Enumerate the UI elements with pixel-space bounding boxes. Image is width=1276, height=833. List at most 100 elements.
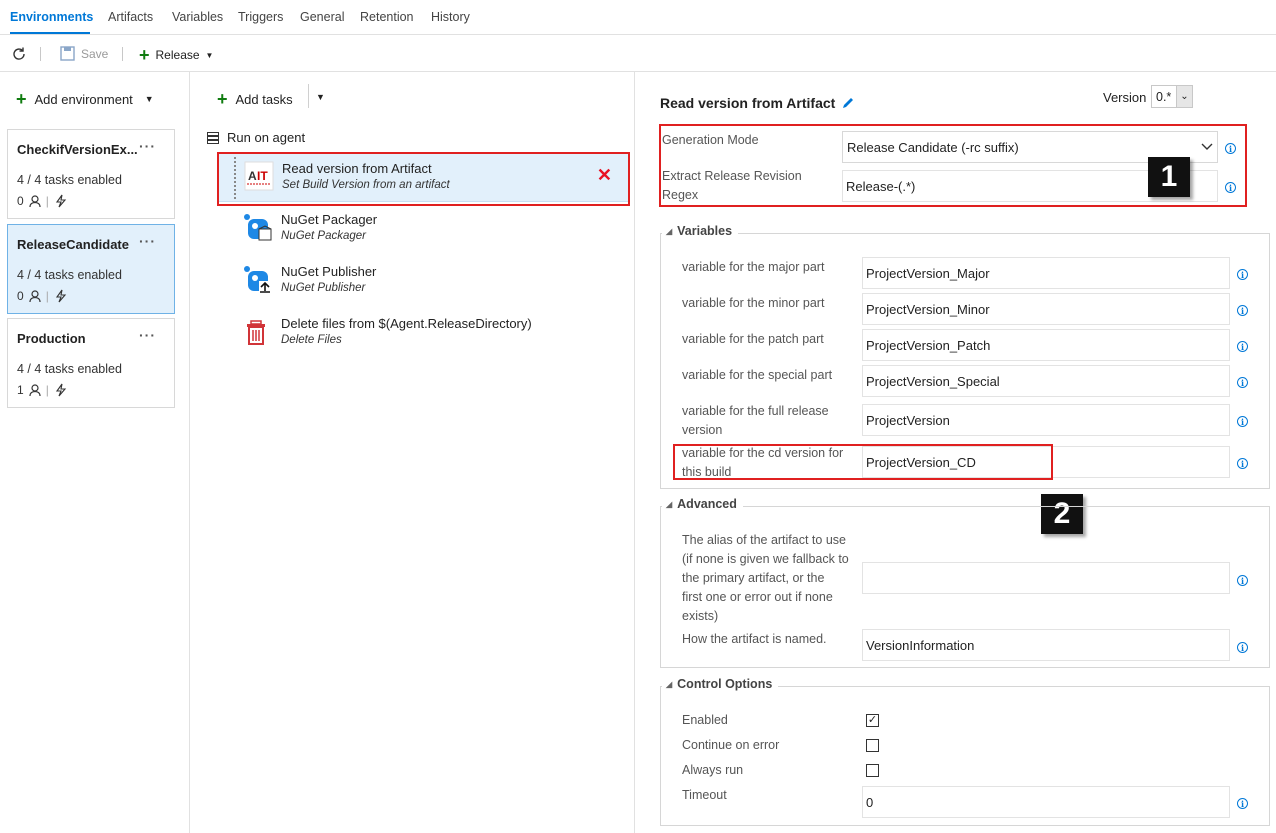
- remove-task-icon[interactable]: ✕: [597, 165, 612, 186]
- info-icon[interactable]: i: [1237, 458, 1248, 469]
- artifact-alias-input[interactable]: [862, 562, 1230, 594]
- environment-card[interactable]: Production ··· 4 / 4 tasks enabled 1 |: [7, 318, 175, 408]
- add-tasks-label: Add tasks: [235, 91, 293, 107]
- version-label: Version: [1103, 90, 1147, 105]
- approver-count: 0: [17, 194, 24, 208]
- chevron-down-icon: ▼: [144, 94, 154, 104]
- save-button[interactable]: Save: [60, 46, 108, 61]
- task-subtitle: NuGet Publisher: [281, 282, 366, 294]
- environment-name: Production: [17, 331, 86, 346]
- person-icon[interactable]: [29, 289, 41, 303]
- toolbar: Save + Release ▼: [0, 36, 1276, 72]
- task-item[interactable]: Delete files from $(Agent.ReleaseDirecto…: [217, 308, 629, 358]
- always-run-checkbox[interactable]: [866, 764, 879, 777]
- tab-retention[interactable]: Retention: [360, 10, 414, 24]
- patch-input[interactable]: ProjectVersion_Patch: [862, 329, 1230, 361]
- version-select[interactable]: 0.* ⌄: [1151, 85, 1193, 108]
- generation-mode-label: Generation Mode: [662, 133, 759, 147]
- info-icon[interactable]: i: [1237, 269, 1248, 280]
- svg-text:A: A: [248, 169, 257, 183]
- info-icon[interactable]: i: [1237, 377, 1248, 388]
- add-tasks-button[interactable]: + Add tasks: [217, 90, 293, 108]
- artifact-name-label: How the artifact is named.: [682, 632, 827, 646]
- info-icon[interactable]: i: [1237, 416, 1248, 427]
- ait-logo-icon: A IT: [244, 161, 274, 191]
- full-version-input[interactable]: ProjectVersion: [862, 404, 1230, 436]
- tab-environments[interactable]: Environments: [10, 10, 93, 24]
- person-icon[interactable]: [29, 383, 41, 397]
- continue-on-error-checkbox[interactable]: [866, 739, 879, 752]
- artifact-name-input[interactable]: VersionInformation: [862, 629, 1230, 661]
- artifact-alias-label: The alias of the artifact to use (if non…: [682, 531, 849, 626]
- server-icon: [207, 131, 219, 144]
- timeout-input[interactable]: 0: [862, 786, 1230, 818]
- tab-history[interactable]: History: [431, 10, 470, 24]
- run-on-agent-phase[interactable]: Run on agent: [207, 130, 305, 145]
- trigger-icon[interactable]: [54, 383, 68, 397]
- approver-count: 0: [17, 289, 24, 303]
- tab-general[interactable]: General: [300, 10, 344, 24]
- special-input[interactable]: ProjectVersion_Special: [862, 365, 1230, 397]
- chevron-down-icon: [1201, 143, 1213, 150]
- artifact-alias-label-line: (if none is given we fallback to: [682, 552, 849, 566]
- environment-meta: 0 |: [17, 194, 68, 208]
- control-options-header[interactable]: ◢ Control Options: [662, 677, 779, 691]
- toolbar-divider: [308, 84, 309, 108]
- major-input[interactable]: ProjectVersion_Major: [862, 257, 1230, 289]
- tab-artifacts[interactable]: Artifacts: [108, 10, 153, 24]
- collapse-triangle-icon: ◢: [666, 499, 673, 509]
- add-environment-button[interactable]: + Add environment ▼: [16, 90, 154, 108]
- advanced-header-label: Advanced: [677, 497, 737, 511]
- task-item[interactable]: NuGet Publisher NuGet Publisher: [217, 256, 629, 306]
- refresh-button[interactable]: [11, 46, 27, 62]
- nuget-publisher-icon: [244, 266, 271, 293]
- more-options-icon[interactable]: ···: [139, 233, 156, 249]
- more-options-icon[interactable]: ···: [139, 138, 156, 154]
- collapse-triangle-icon: ◢: [666, 679, 673, 689]
- regex-label: Extract Release Revision Regex: [662, 167, 802, 205]
- drag-handle-icon[interactable]: [234, 157, 238, 199]
- tab-variables[interactable]: Variables: [172, 10, 223, 24]
- full-version-label: variable for the full release version: [682, 402, 829, 440]
- variables-header-label: Variables: [677, 224, 733, 238]
- info-icon[interactable]: i: [1237, 305, 1248, 316]
- info-icon[interactable]: i: [1225, 182, 1236, 193]
- artifact-alias-label-line: first one or error out if none: [682, 590, 833, 604]
- full-version-label-line: variable for the full release: [682, 404, 829, 418]
- pencil-icon[interactable]: [841, 96, 855, 110]
- enabled-checkbox[interactable]: ✓: [866, 714, 879, 727]
- info-icon[interactable]: i: [1225, 143, 1236, 154]
- minor-label: variable for the minor part: [682, 296, 825, 310]
- active-tab-indicator: [10, 32, 90, 34]
- trigger-icon[interactable]: [54, 194, 68, 208]
- minor-input[interactable]: ProjectVersion_Minor: [862, 293, 1230, 325]
- save-label: Save: [81, 46, 109, 61]
- environments-panel: + Add environment ▼ CheckifVersionEx... …: [0, 72, 190, 833]
- cd-version-input[interactable]: ProjectVersion_CD: [862, 446, 1230, 478]
- info-icon[interactable]: i: [1237, 341, 1248, 352]
- task-subtitle: NuGet Packager: [281, 230, 367, 242]
- toolbar-divider: [122, 47, 123, 61]
- info-icon[interactable]: i: [1237, 575, 1248, 586]
- release-button[interactable]: + Release ▼: [139, 46, 213, 64]
- variables-header[interactable]: ◢ Variables: [662, 224, 739, 238]
- version-value: 0.*: [1156, 89, 1172, 104]
- environment-task-count: 4 / 4 tasks enabled: [17, 173, 122, 187]
- toolbar-divider: [40, 47, 41, 61]
- tab-triggers[interactable]: Triggers: [238, 10, 283, 24]
- info-icon[interactable]: i: [1237, 798, 1248, 809]
- person-icon[interactable]: [29, 194, 41, 208]
- environment-card[interactable]: CheckifVersionEx... ··· 4 / 4 tasks enab…: [7, 129, 175, 219]
- save-icon: [60, 46, 75, 61]
- chevron-down-icon[interactable]: ▼: [316, 92, 325, 102]
- advanced-header[interactable]: ◢ Advanced: [662, 497, 743, 511]
- environment-task-count: 4 / 4 tasks enabled: [17, 362, 122, 376]
- task-title: NuGet Packager: [281, 212, 378, 227]
- more-options-icon[interactable]: ···: [139, 327, 156, 343]
- artifact-alias-label-line: the primary artifact, or the: [682, 571, 825, 585]
- task-item[interactable]: A IT Read version from Artifact Set Build…: [217, 152, 629, 202]
- environment-card[interactable]: ReleaseCandidate ··· 4 / 4 tasks enabled…: [7, 224, 175, 314]
- trigger-icon[interactable]: [54, 289, 68, 303]
- info-icon[interactable]: i: [1237, 642, 1248, 653]
- task-item[interactable]: NuGet Packager NuGet Packager: [217, 204, 629, 254]
